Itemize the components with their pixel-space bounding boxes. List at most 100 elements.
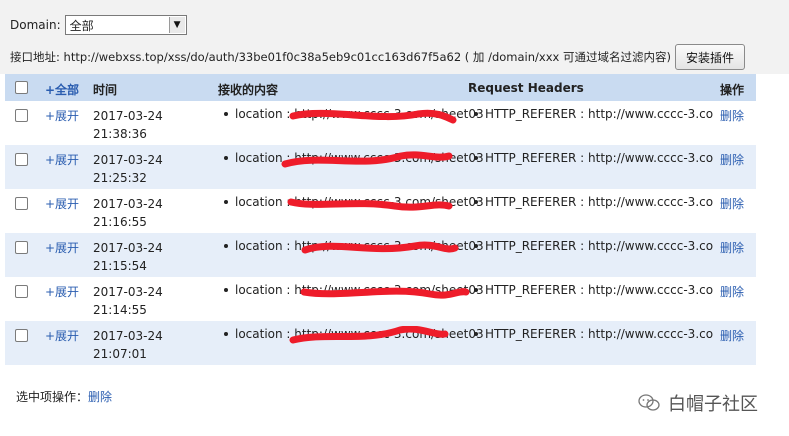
row-date: 2017-03-24 (93, 109, 163, 123)
toolbar: Domain: 全部 ▼ 接口地址: http://webxss.top/xss… (0, 0, 789, 74)
row-request-header: HTTP_REFERER : http://www.cccc-3.co (468, 107, 713, 121)
row-content: location : http://www.cccc-3.com/sheet03 (218, 283, 484, 297)
row-content-text: location : http://www.cccc-3.com/sheet03 (235, 283, 484, 297)
row-header-text: HTTP_REFERER : http://www.cccc-3.co (485, 151, 714, 165)
row-checkbox[interactable] (15, 109, 28, 122)
row-clock: 21:07:01 (93, 347, 147, 361)
bullet-icon (474, 155, 478, 160)
delete-link[interactable]: 删除 (720, 283, 744, 300)
row-content: location : http://www.cccc-3.com/sheet03 (218, 195, 484, 209)
bullet-icon (474, 111, 478, 116)
expand-link[interactable]: +展开 (45, 151, 79, 168)
row-date: 2017-03-24 (93, 329, 163, 343)
row-time: 2017-03-24 21:14:55 (93, 283, 163, 319)
bullet-icon (474, 199, 478, 204)
bullet-icon (474, 331, 478, 336)
column-header-content: 接收的内容 (218, 83, 279, 97)
row-time: 2017-03-24 21:16:55 (93, 195, 163, 231)
table-row: +展开 2017-03-24 21:16:55 location : http://w… (5, 189, 756, 233)
expand-all-link[interactable]: +全部 (45, 81, 79, 98)
row-clock: 21:15:54 (93, 259, 147, 273)
bullet-icon (224, 287, 228, 292)
column-header-request-headers: Request Headers (468, 81, 584, 95)
select-all-checkbox[interactable] (15, 81, 28, 94)
row-time: 2017-03-24 21:15:54 (93, 239, 163, 275)
row-header-text: HTTP_REFERER : http://www.cccc-3.co (485, 107, 714, 121)
column-header-op: 操作 (720, 83, 745, 97)
row-request-header: HTTP_REFERER : http://www.cccc-3.co (468, 283, 713, 297)
row-content: location : http://www.cccc-3.com/sheet03 (218, 151, 484, 165)
table-row: +展开 2017-03-24 21:14:55 location : http://w… (5, 277, 756, 321)
row-content-text: location : http://www.cccc-3.com/sheet03 (235, 195, 484, 209)
domain-filter: Domain: 全部 ▼ (10, 14, 187, 36)
table-row: +展开 2017-03-24 21:07:01 location : http://w… (5, 321, 756, 365)
delete-link[interactable]: 删除 (720, 327, 744, 344)
bullet-icon (474, 243, 478, 248)
watermark-text: 白帽子社区 (668, 394, 758, 415)
row-content-text: location : http://www.cccc-3.com/sheet03 (235, 107, 484, 121)
chevron-down-icon[interactable]: ▼ (168, 17, 185, 33)
table-header: +全部 时间 接收的内容 Request Headers 操作 (5, 74, 756, 101)
bullet-icon (224, 155, 228, 160)
bullet-icon (224, 331, 228, 336)
row-time: 2017-03-24 21:38:36 (93, 107, 163, 143)
delete-link[interactable]: 删除 (720, 107, 744, 124)
row-content: location : http://www.cccc-3.com/sheet03 (218, 239, 484, 253)
row-header-text: HTTP_REFERER : http://www.cccc-3.co (485, 239, 714, 253)
row-checkbox[interactable] (15, 241, 28, 254)
row-time: 2017-03-24 21:25:32 (93, 151, 163, 187)
bulk-delete-link[interactable]: 删除 (88, 390, 112, 404)
install-plugin-button[interactable]: 安装插件 (674, 44, 745, 70)
row-date: 2017-03-24 (93, 241, 163, 255)
row-request-header: HTTP_REFERER : http://www.cccc-3.co (468, 195, 713, 209)
row-request-header: HTTP_REFERER : http://www.cccc-3.co (468, 151, 713, 165)
row-request-header: HTTP_REFERER : http://www.cccc-3.co (468, 327, 713, 341)
row-checkbox[interactable] (15, 153, 28, 166)
expand-link[interactable]: +展开 (45, 327, 79, 344)
expand-link[interactable]: +展开 (45, 283, 79, 300)
bullet-icon (224, 111, 228, 116)
bullet-icon (224, 199, 228, 204)
row-header-text: HTTP_REFERER : http://www.cccc-3.co (485, 195, 714, 209)
table-row: +展开 2017-03-24 21:38:36 location : http://w… (5, 101, 756, 145)
row-clock: 21:16:55 (93, 215, 147, 229)
wechat-icon (638, 394, 660, 411)
row-header-text: HTTP_REFERER : http://www.cccc-3.co (485, 283, 714, 297)
expand-link[interactable]: +展开 (45, 107, 79, 124)
api-address-text: 接口地址: http://webxss.top/xss/do/auth/33be… (10, 50, 671, 64)
domain-label: Domain: (10, 18, 61, 32)
row-clock: 21:14:55 (93, 303, 147, 317)
bulk-actions-label: 选中项操作： (16, 390, 89, 404)
row-checkbox[interactable] (15, 285, 28, 298)
table-row: +展开 2017-03-24 21:15:54 location : http://w… (5, 233, 756, 277)
row-clock: 21:25:32 (93, 171, 147, 185)
bulk-actions: 选中项操作：删除 (16, 388, 112, 405)
row-clock: 21:38:36 (93, 127, 147, 141)
table-row: +展开 2017-03-24 21:25:32 location : http://w… (5, 145, 756, 189)
bullet-icon (224, 243, 228, 248)
row-date: 2017-03-24 (93, 285, 163, 299)
row-checkbox[interactable] (15, 329, 28, 342)
bullet-icon (474, 287, 478, 292)
api-address-row: 接口地址: http://webxss.top/xss/do/auth/33be… (10, 44, 745, 70)
watermark: 白帽子社区 (638, 390, 758, 416)
expand-link[interactable]: +展开 (45, 239, 79, 256)
column-header-time: 时间 (93, 83, 118, 97)
records-table: +全部 时间 接收的内容 Request Headers 操作 +展开 2017-… (5, 74, 756, 365)
row-time: 2017-03-24 21:07:01 (93, 327, 163, 363)
row-content: location : http://www.cccc-3.com/sheet03 (218, 327, 484, 341)
delete-link[interactable]: 删除 (720, 195, 744, 212)
row-checkbox[interactable] (15, 197, 28, 210)
row-content-text: location : http://www.cccc-3.com/sheet03 (235, 239, 484, 253)
domain-select-value: 全部 (69, 18, 94, 33)
domain-select[interactable]: 全部 ▼ (64, 15, 187, 35)
delete-link[interactable]: 删除 (720, 151, 744, 168)
row-date: 2017-03-24 (93, 153, 163, 167)
row-date: 2017-03-24 (93, 197, 163, 211)
delete-link[interactable]: 删除 (720, 239, 744, 256)
row-content-text: location : http://www.cccc-3.com/sheet03 (235, 151, 484, 165)
row-header-text: HTTP_REFERER : http://www.cccc-3.co (485, 327, 714, 341)
expand-link[interactable]: +展开 (45, 195, 79, 212)
row-content: location : http://www.cccc-3.com/sheet03 (218, 107, 484, 121)
row-request-header: HTTP_REFERER : http://www.cccc-3.co (468, 239, 713, 253)
